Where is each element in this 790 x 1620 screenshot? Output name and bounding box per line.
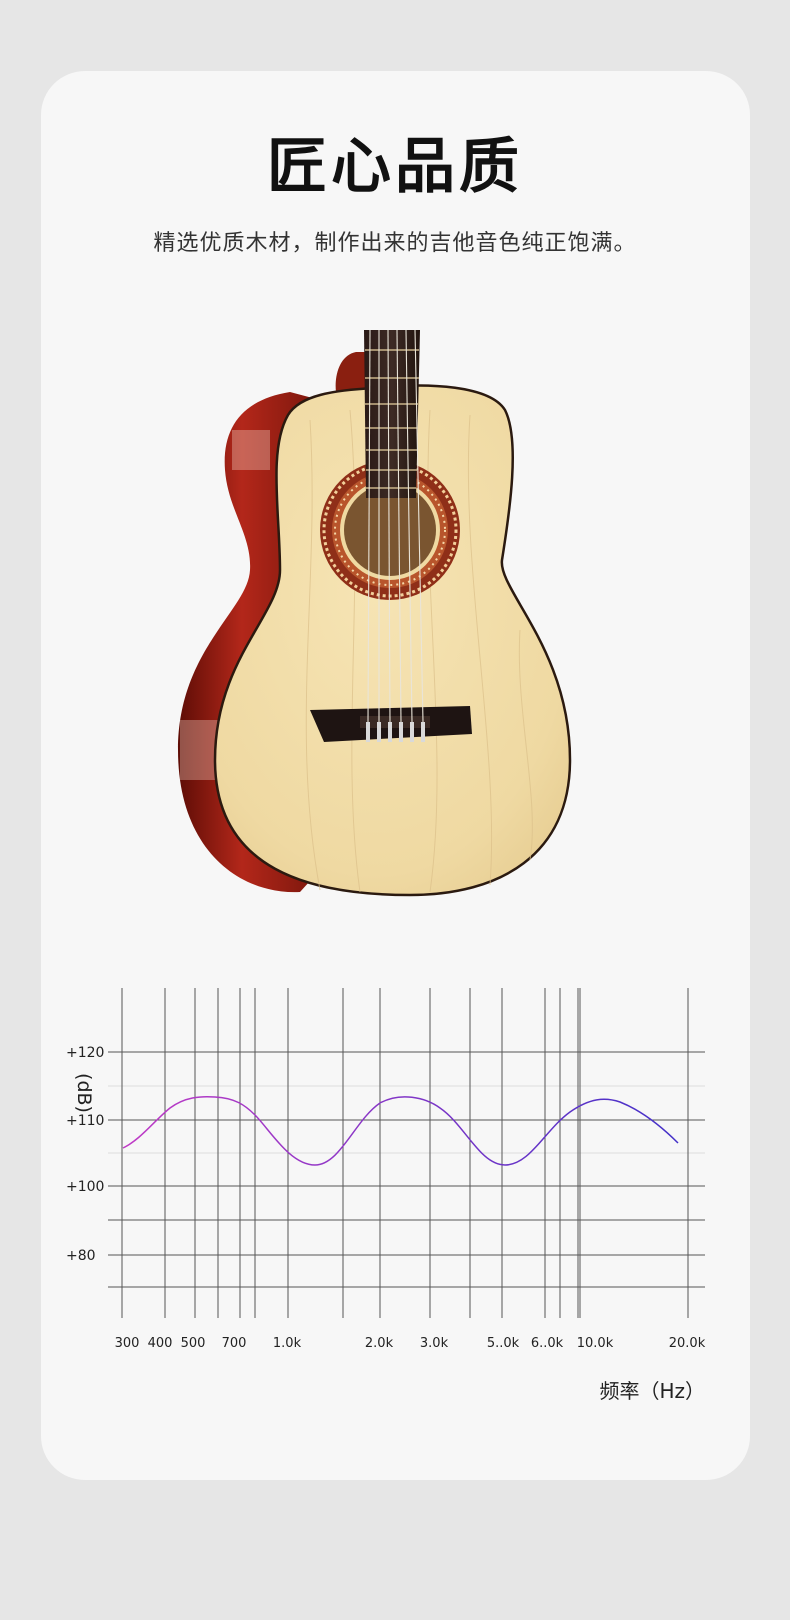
x-axis-labels: 300 400 500 700 1.0k 2.0k 3.0k 5..0k 6..0k 10.0k 2…	[115, 1336, 706, 1351]
x-tick-label: 1.0k	[273, 1336, 302, 1351]
x-tick-label: 20.0k	[669, 1336, 706, 1351]
x-tick-label: 400	[148, 1336, 173, 1351]
x-tick-label: 700	[222, 1336, 247, 1351]
x-axis-title: 频率（Hz）	[599, 1379, 705, 1403]
x-tick-label: 5..0k	[487, 1336, 520, 1351]
chart-grid	[108, 988, 705, 1318]
frequency-chart: +120 +110 +100 +80 300 400 500 700 1.0k 2.0k 3.0k…	[66, 988, 706, 1403]
x-tick-label: 10.0k	[577, 1336, 614, 1351]
y-tick-label: +100	[66, 1179, 104, 1195]
y-axis-title: (dB)	[73, 1073, 95, 1113]
x-tick-label: 2.0k	[365, 1336, 394, 1351]
x-tick-label: 300	[115, 1336, 140, 1351]
response-curve	[122, 1095, 679, 1166]
x-tick-label: 500	[181, 1336, 206, 1351]
y-tick-label: +80	[66, 1248, 96, 1264]
page-subtitle: 精选优质木材，制作出来的吉他音色纯正饱满。	[153, 231, 637, 256]
x-tick-label: 3.0k	[420, 1336, 449, 1351]
x-tick-label: 6..0k	[531, 1336, 564, 1351]
y-tick-label: +110	[66, 1113, 104, 1129]
page-title: 匠心品质	[267, 132, 523, 202]
guitar-image	[178, 330, 572, 897]
y-tick-label: +120	[66, 1045, 104, 1061]
